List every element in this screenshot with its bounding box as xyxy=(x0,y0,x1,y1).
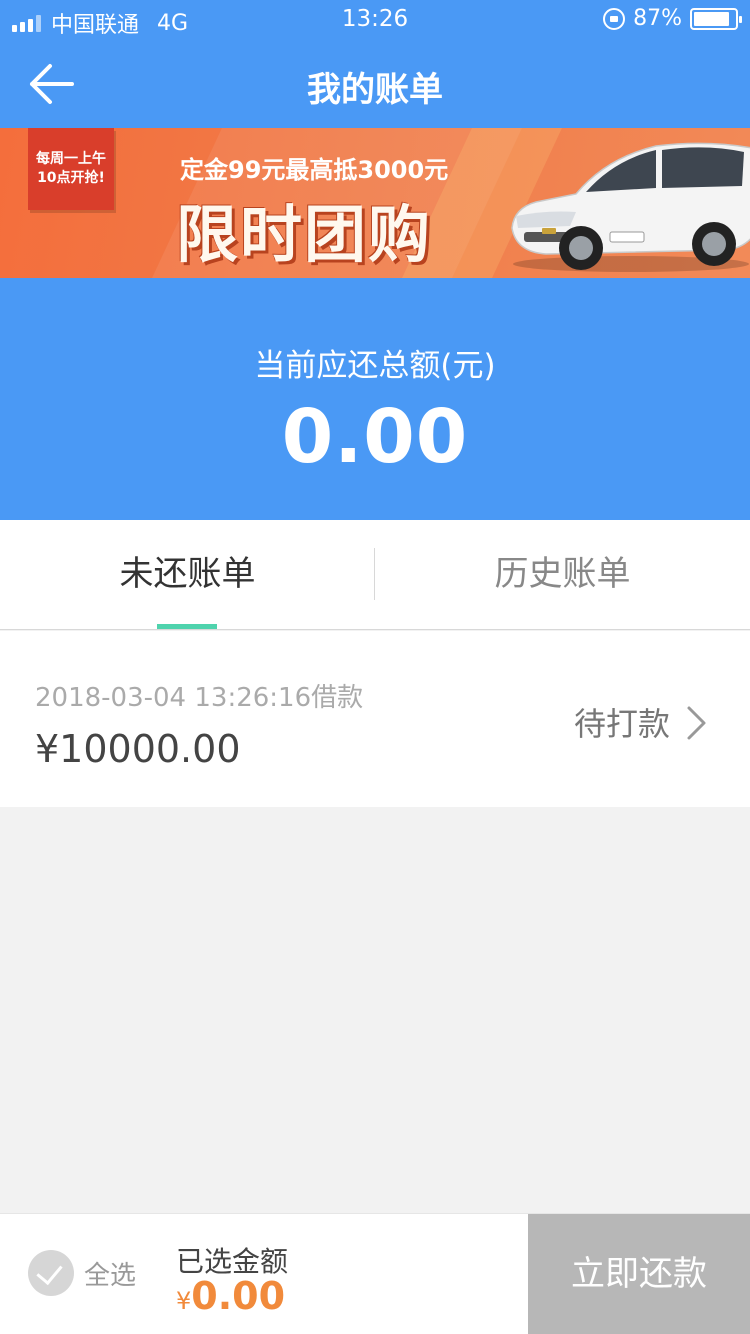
nav-bar: 我的账单 xyxy=(0,40,750,128)
list-item[interactable]: 2018-03-04 13:26:16借款 ¥10000.00 待打款 xyxy=(0,631,750,807)
tab-unpaid-bills[interactable]: 未还账单 xyxy=(0,520,375,630)
currency-symbol: ¥ xyxy=(176,1287,192,1315)
battery-fill xyxy=(694,11,729,26)
bill-page: 中国联通 4G 13:26 87% 我的账单 每周一上午 10点开抢! 定金99… xyxy=(0,0,750,1334)
rotation-lock-icon xyxy=(603,7,626,30)
car-image xyxy=(511,142,750,272)
bill-status: 待打款 xyxy=(573,705,670,743)
selected-amount-value: 0.00 xyxy=(191,1274,286,1318)
battery-icon xyxy=(690,7,742,30)
chevron-right-icon xyxy=(687,706,706,740)
tab-history-bills[interactable]: 历史账单 xyxy=(375,520,750,630)
total-due-amount: 0.00 xyxy=(281,394,469,480)
repayment-summary: 当前应还总额(元) 0.00 xyxy=(0,278,750,520)
select-all-toggle[interactable]: 全选 xyxy=(28,1250,136,1296)
banner-tag-line2: 10点开抢! xyxy=(37,170,105,186)
bill-date: 2018-03-04 13:26:16借款 xyxy=(35,683,364,713)
banner-tag-line1: 每周一上午 xyxy=(36,151,106,167)
selected-amount: ¥0.00 xyxy=(176,1274,285,1318)
bill-amount: ¥10000.00 xyxy=(35,727,241,771)
promo-banner[interactable]: 每周一上午 10点开抢! 定金99元最高抵3000元 限时团购 xyxy=(0,128,750,278)
bill-tabs: 未还账单 历史账单 xyxy=(0,520,750,630)
select-all-label: 全选 xyxy=(84,1260,137,1291)
banner-tag: 每周一上午 10点开抢! xyxy=(28,128,114,210)
battery-percent: 87% xyxy=(633,6,682,31)
bottom-bar: 全选 已选金额 ¥0.00 立即还款 xyxy=(0,1213,750,1334)
banner-subtitle: 定金99元最高抵3000元 xyxy=(180,156,449,184)
status-bar: 中国联通 4G 13:26 87% xyxy=(0,0,750,40)
repay-now-button[interactable]: 立即还款 xyxy=(528,1214,750,1334)
banner-title: 限时团购 xyxy=(176,198,433,271)
active-tab-indicator xyxy=(157,624,217,629)
page-title: 我的账单 xyxy=(307,70,443,110)
total-due-label: 当前应还总额(元) xyxy=(254,348,496,384)
check-circle-icon[interactable] xyxy=(28,1250,74,1296)
status-right: 87% xyxy=(603,6,742,31)
